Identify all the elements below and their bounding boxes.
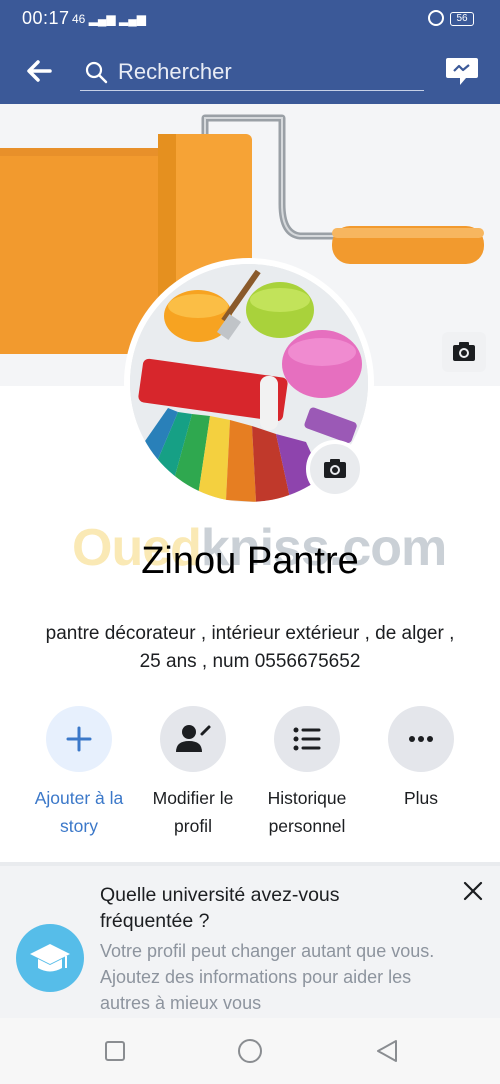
edit-profile-button[interactable]: Modifier le profil <box>136 706 250 840</box>
activity-log-button[interactable]: Historique personnel <box>250 706 364 840</box>
status-bar: 00:17 46 ▂▄▆ ▂▄▆ 56 <box>0 0 500 38</box>
signal-label: 46 <box>72 12 86 26</box>
system-navigation-bar <box>0 1018 500 1084</box>
activity-log-label: Historique personnel <box>267 788 347 836</box>
signal-icon: 46 ▂▄▆ ▂▄▆ <box>72 12 146 26</box>
messenger-icon[interactable] <box>444 54 480 88</box>
profile-camera-button[interactable] <box>306 440 364 498</box>
back-triangle-icon[interactable] <box>374 1038 400 1064</box>
search-icon <box>85 61 108 84</box>
cover-camera-button[interactable] <box>442 332 486 372</box>
card-description: Votre profil peut changer autant que vou… <box>100 941 435 1013</box>
edit-profile-label: Modifier le profil <box>152 788 234 836</box>
camera-icon <box>324 459 346 478</box>
card-question: Quelle université avez-vous fréquentée ? <box>100 884 340 932</box>
close-icon[interactable] <box>462 880 484 902</box>
camera-icon <box>453 342 475 361</box>
status-time: 00:17 <box>22 8 70 28</box>
top-bar <box>0 38 500 104</box>
profile-bio: pantre décorateur , intérieur extérieur … <box>45 623 455 672</box>
profile-name: Zinou Pantre <box>141 540 359 582</box>
education-prompt-card[interactable]: Quelle université avez-vous fréquentée ?… <box>0 866 500 1018</box>
plus-icon <box>66 726 92 752</box>
recent-apps-icon[interactable] <box>102 1038 128 1064</box>
rotation-lock-icon <box>428 10 444 26</box>
home-icon[interactable] <box>237 1038 263 1064</box>
edit-profile-icon <box>176 725 211 752</box>
search-input[interactable] <box>116 54 420 90</box>
more-button[interactable]: Plus <box>364 706 478 812</box>
search-bar[interactable] <box>80 54 424 91</box>
more-icon <box>409 736 433 742</box>
back-arrow-icon[interactable] <box>24 56 54 86</box>
more-label: Plus <box>403 788 439 808</box>
graduation-cap-icon <box>16 924 84 992</box>
list-icon <box>293 727 321 751</box>
add-story-label: Ajouter à la story <box>34 788 124 836</box>
battery-icon: 56 <box>450 12 474 26</box>
add-story-button[interactable]: Ajouter à la story <box>22 706 136 840</box>
profile-actions: Ajouter à la story Modifier le profil Hi… <box>0 706 500 846</box>
